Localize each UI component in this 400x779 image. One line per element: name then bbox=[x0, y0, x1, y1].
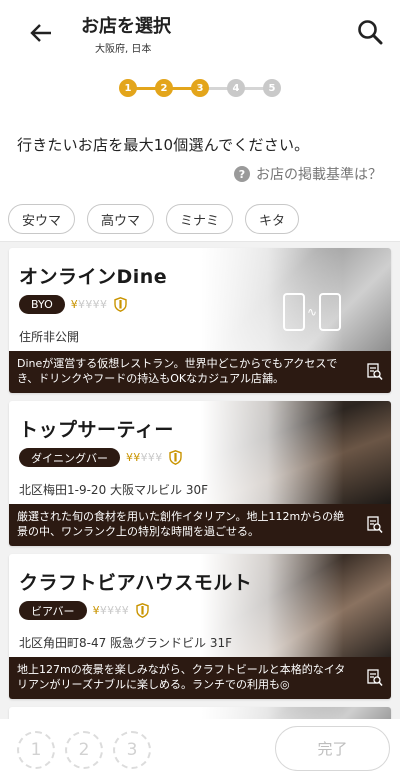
restaurant-address: 北区角田町8-47 阪急グランドビル 31F bbox=[19, 636, 233, 650]
price-level: ¥¥¥¥¥ bbox=[92, 604, 130, 617]
restaurant-name: トップサーティー bbox=[19, 419, 174, 441]
shield-icon bbox=[113, 297, 127, 313]
page-title: お店を選択 bbox=[81, 16, 171, 37]
step-5: 5 bbox=[263, 79, 281, 97]
price-level: ¥¥¥¥¥ bbox=[70, 298, 108, 311]
step-1: 1 bbox=[119, 79, 137, 97]
restaurant-description: Dineが運営する仮想レストラン。世界中どこからでもアクセスでき、ドリンクやフー… bbox=[17, 357, 338, 385]
shield-icon bbox=[135, 603, 149, 619]
online-phones-icon: ∿ bbox=[282, 293, 341, 331]
restaurant-card[interactable]: ∿ オンラインDine BYO ¥¥¥¥¥ 住所非公開 Dineが運営する仮想レ… bbox=[9, 248, 391, 393]
restaurant-photo bbox=[201, 707, 391, 719]
step-2: 2 bbox=[155, 79, 173, 97]
search-icon[interactable] bbox=[354, 16, 386, 48]
restaurant-description: 地上127mの夜景を楽しみながら、クラフトビールと本格的なイタリアンがリーズナブ… bbox=[17, 663, 346, 691]
selection-slot-2[interactable]: 2 bbox=[65, 731, 103, 769]
criteria-link-label: お店の掲載基準は？ bbox=[256, 167, 382, 183]
selection-bar: 1 2 3 完了 bbox=[0, 719, 400, 779]
restaurant-list[interactable]: ∿ オンラインDine BYO ¥¥¥¥¥ 住所非公開 Dineが運営する仮想レ… bbox=[0, 242, 400, 719]
filter-chips: 安ウマ 高ウマ ミナミ キタ bbox=[8, 204, 300, 234]
category-badge: ビアバー bbox=[19, 601, 87, 620]
step-4: 4 bbox=[227, 79, 245, 97]
category-badge: BYO bbox=[19, 295, 65, 314]
instruction-text: 行きたいお店を最大10個選んでください。 bbox=[17, 136, 310, 154]
shield-icon bbox=[169, 450, 183, 466]
restaurant-name: オンラインDine bbox=[19, 266, 168, 288]
restaurant-card[interactable]: クラフトビアハウスモルト ビアバー ¥¥¥¥¥ 北区角田町8-47 阪急グランド… bbox=[9, 554, 391, 699]
question-icon: ? bbox=[234, 166, 250, 182]
category-badge: ダイニングバー bbox=[19, 448, 120, 467]
chip-kita[interactable]: キタ bbox=[245, 204, 300, 234]
back-arrow-icon[interactable] bbox=[26, 18, 56, 48]
detail-search-icon[interactable] bbox=[367, 516, 383, 534]
selection-slot-3[interactable]: 3 bbox=[113, 731, 151, 769]
restaurant-card[interactable]: トップサーティー ダイニングバー ¥¥¥¥¥ 北区梅田1-9-20 大阪マルビル… bbox=[9, 401, 391, 546]
detail-search-icon[interactable] bbox=[367, 669, 383, 687]
detail-search-icon[interactable] bbox=[367, 363, 383, 381]
location-subtitle: 大阪府, 日本 bbox=[95, 44, 152, 55]
step-3: 3 bbox=[191, 79, 209, 97]
step-indicator: 1 2 3 4 5 bbox=[119, 79, 284, 99]
header: お店を選択 大阪府, 日本 bbox=[0, 0, 400, 70]
restaurant-card-partial[interactable] bbox=[9, 707, 391, 719]
price-level: ¥¥¥¥¥ bbox=[126, 451, 163, 464]
done-button[interactable]: 完了 bbox=[275, 726, 390, 771]
restaurant-photo bbox=[201, 401, 391, 504]
restaurant-description: 厳選された旬の食材を用いた創作イタリアン。地上112mからの絶景の中、ワンランク… bbox=[17, 510, 345, 538]
restaurant-name: クラフトビアハウスモルト bbox=[19, 572, 253, 594]
restaurant-address: 北区梅田1-9-20 大阪マルビル 30F bbox=[19, 483, 209, 497]
chip-yasuuma[interactable]: 安ウマ bbox=[8, 204, 76, 234]
restaurant-address: 住所非公開 bbox=[19, 330, 80, 344]
criteria-link[interactable]: ? お店の掲載基準は？ bbox=[234, 164, 382, 184]
chip-minami[interactable]: ミナミ bbox=[166, 204, 234, 234]
selection-slot-1[interactable]: 1 bbox=[17, 731, 55, 769]
chip-takauma[interactable]: 高ウマ bbox=[87, 204, 155, 234]
